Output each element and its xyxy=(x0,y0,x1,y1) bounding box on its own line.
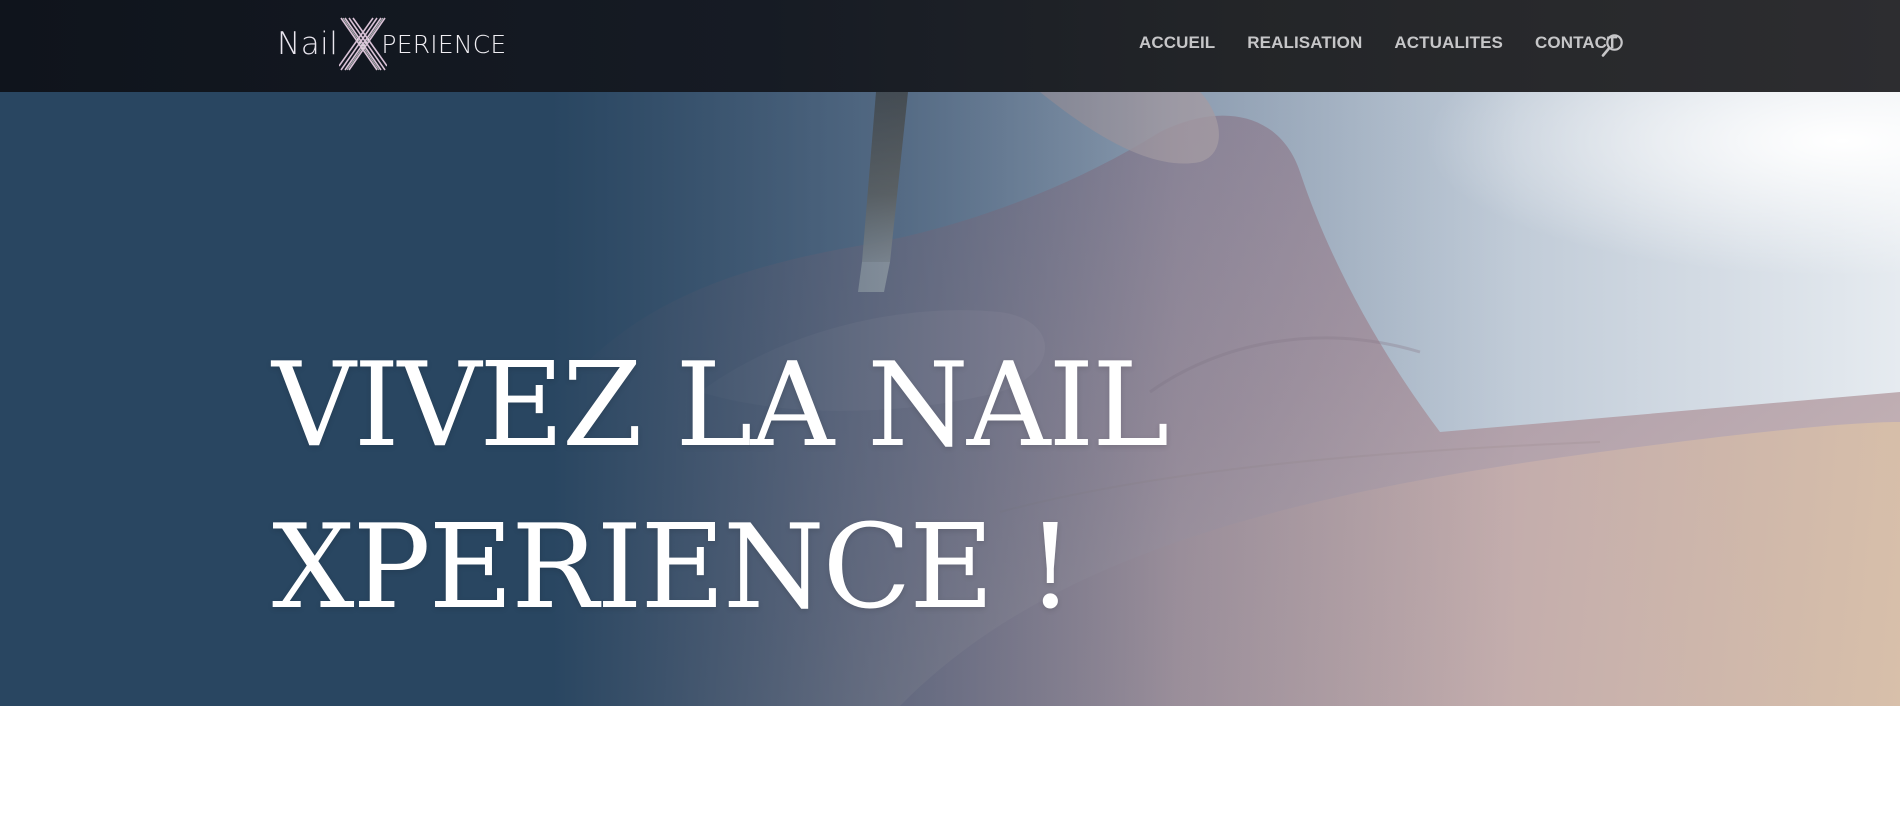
nav-item-realisation[interactable]: REALISATION xyxy=(1247,33,1362,53)
hero-section: VIVEZ LA NAIL XPERIENCE ! xyxy=(0,92,1900,706)
site-logo[interactable]: Nail PERIENCE xyxy=(277,16,506,72)
logo-text-nail: Nail xyxy=(277,26,339,62)
logo-x-mark xyxy=(338,16,389,72)
site-header: Nail PERIENCE ACCUEIL REALISATION ACTUAL… xyxy=(0,0,1900,92)
nav-item-actualites[interactable]: ACTUALITES xyxy=(1394,33,1503,53)
hero-title: VIVEZ LA NAIL XPERIENCE ! xyxy=(272,325,1372,649)
search-icon[interactable] xyxy=(1601,33,1625,59)
main-nav: ACCUEIL REALISATION ACTUALITES CONTACT xyxy=(1139,33,1650,53)
hero-title-line-2: XPERIENCE ! xyxy=(272,500,1074,635)
content-area xyxy=(0,706,1900,817)
hero-title-line-1: VIVEZ LA NAIL xyxy=(272,338,1169,473)
logo-text-perience: PERIENCE xyxy=(381,29,507,59)
nav-item-accueil[interactable]: ACCUEIL xyxy=(1139,33,1215,53)
